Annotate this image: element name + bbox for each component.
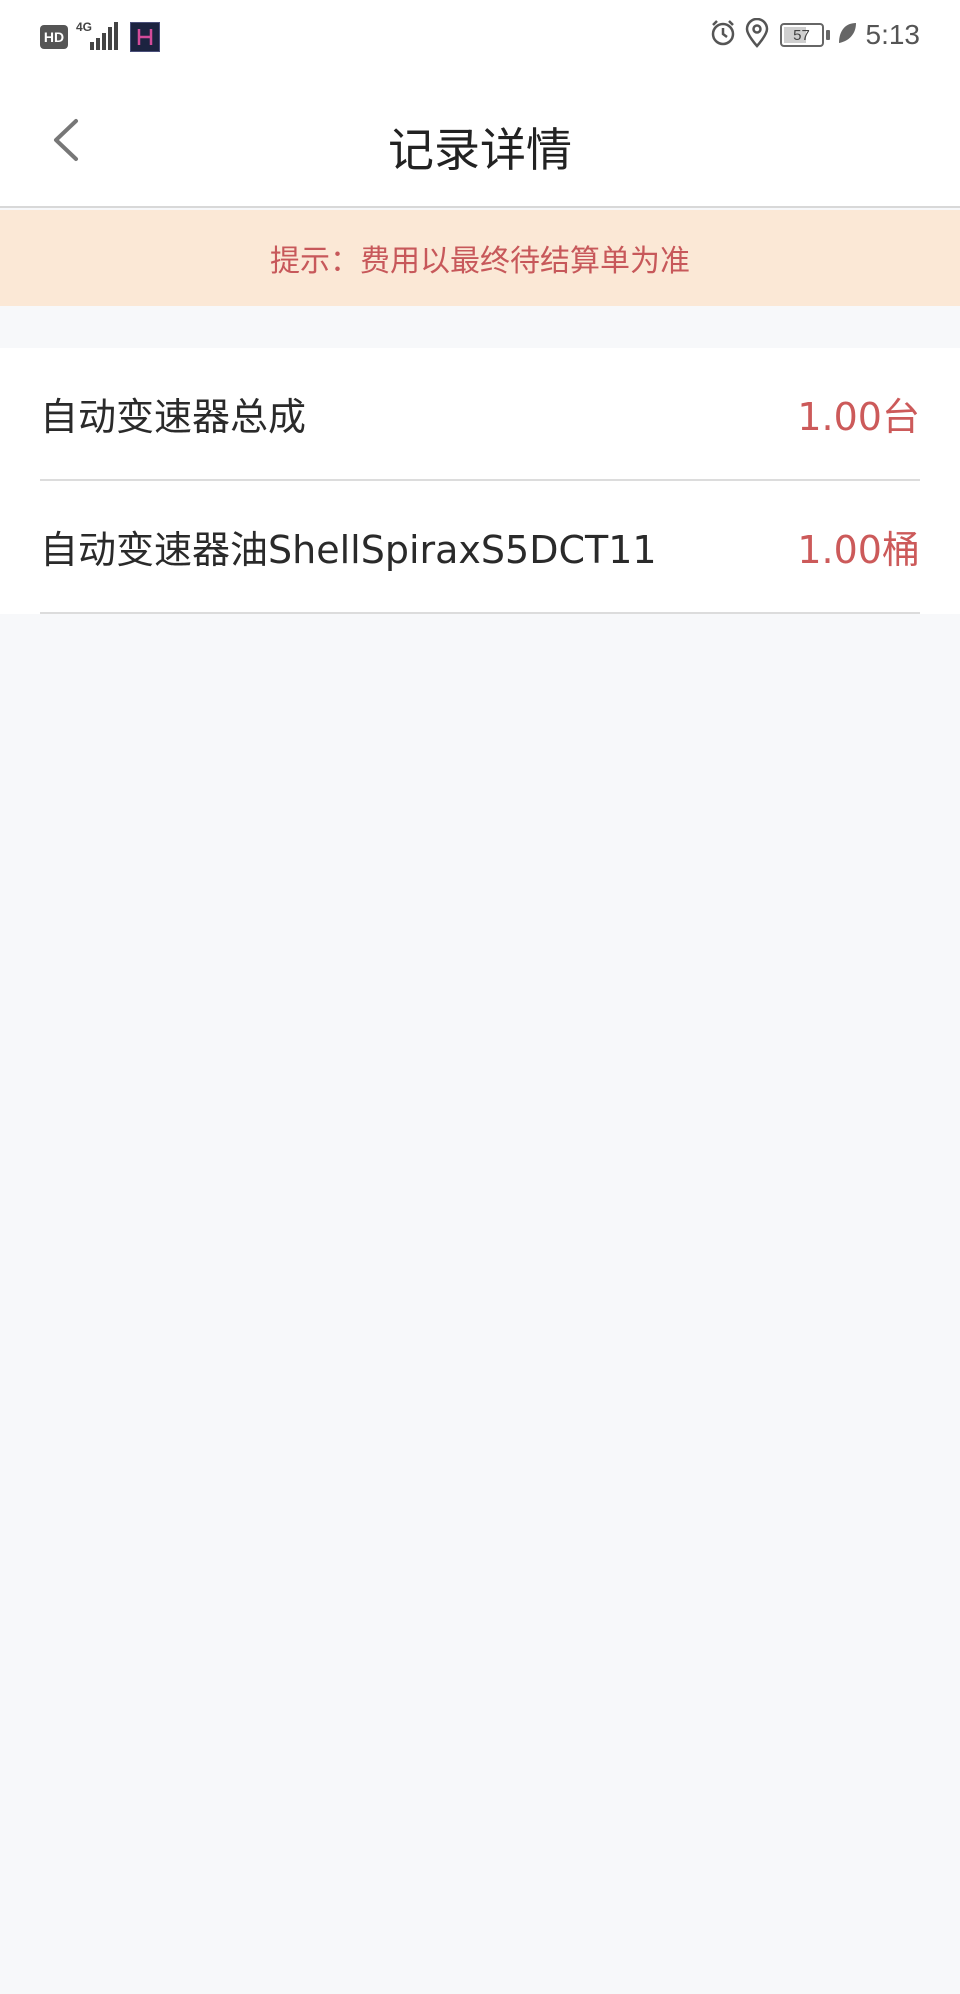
- battery-level: 57: [793, 26, 810, 44]
- item-name: 自动变速器总成: [40, 395, 307, 439]
- item-quantity: 1.00桶: [797, 528, 920, 572]
- battery-icon: 57: [779, 23, 824, 47]
- item-quantity: 1.00台: [797, 395, 920, 439]
- page-title: 记录详情: [388, 123, 572, 177]
- item-list: 自动变速器总成 1.00台 自动变速器油ShellSpiraxS5DCT11 1…: [0, 348, 960, 614]
- status-bar: HD 4G 57 5:13: [0, 0, 960, 80]
- notice-text: 提示：费用以最终待结算单为准: [270, 244, 690, 279]
- network-type-label: 4G: [76, 20, 93, 34]
- app-notification-icon: [130, 22, 160, 52]
- battery-nub: [825, 30, 830, 40]
- list-item[interactable]: 自动变速器总成 1.00台: [40, 348, 920, 481]
- notice-banner: 提示：费用以最终待结算单为准: [0, 210, 960, 306]
- navigation-bar: 记录详情: [0, 80, 960, 208]
- list-item[interactable]: 自动变速器油ShellSpiraxS5DCT11 1.00桶: [40, 481, 920, 614]
- location-icon: [744, 17, 770, 52]
- leaf-icon: [836, 20, 858, 50]
- hd-icon: HD: [40, 25, 68, 49]
- signal-icon: 4G: [76, 20, 122, 52]
- clock-time: 5:13: [865, 19, 921, 50]
- status-right-group: 57 5:13: [708, 17, 921, 52]
- status-left-group: HD 4G: [40, 20, 160, 52]
- item-name: 自动变速器油ShellSpiraxS5DCT11: [40, 528, 657, 572]
- alarm-icon: [708, 18, 738, 52]
